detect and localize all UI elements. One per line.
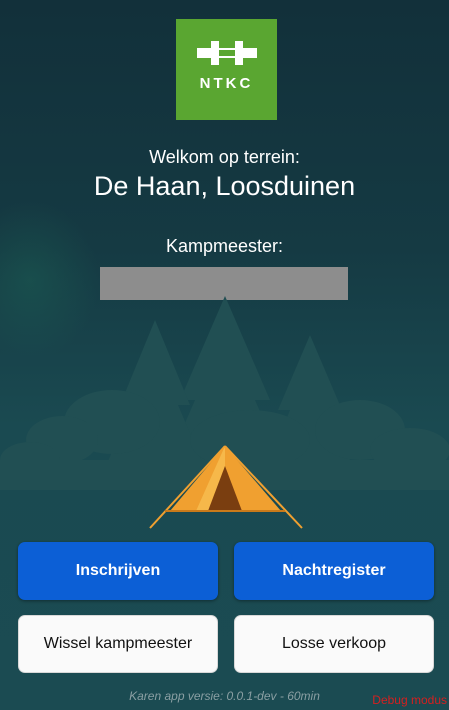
kampmeester-label: Kampmeester: bbox=[165, 236, 284, 256]
inschrijven-button[interactable]: Inschrijven bbox=[18, 542, 218, 600]
losse-verkoop-button[interactable]: Losse verkoop bbox=[234, 615, 434, 673]
logo-text: NTKC bbox=[199, 75, 254, 92]
debug-mode-label: Debug modus bbox=[372, 693, 447, 707]
site-name: De Haan, Loosduinen bbox=[93, 171, 356, 201]
welcome-label: Welkom op terrein: bbox=[149, 147, 300, 167]
logo-mark-icon bbox=[196, 41, 257, 65]
ntkc-logo: NTKC bbox=[176, 19, 277, 120]
nachtregister-button[interactable]: Nachtregister bbox=[234, 542, 434, 600]
camp-scene-illustration bbox=[0, 296, 449, 529]
welcome-screen: NTKC Welkom op terrein: De Haan, Loosdui… bbox=[0, 0, 449, 710]
wissel-kampmeester-button[interactable]: Wissel kampmeester bbox=[18, 615, 218, 673]
